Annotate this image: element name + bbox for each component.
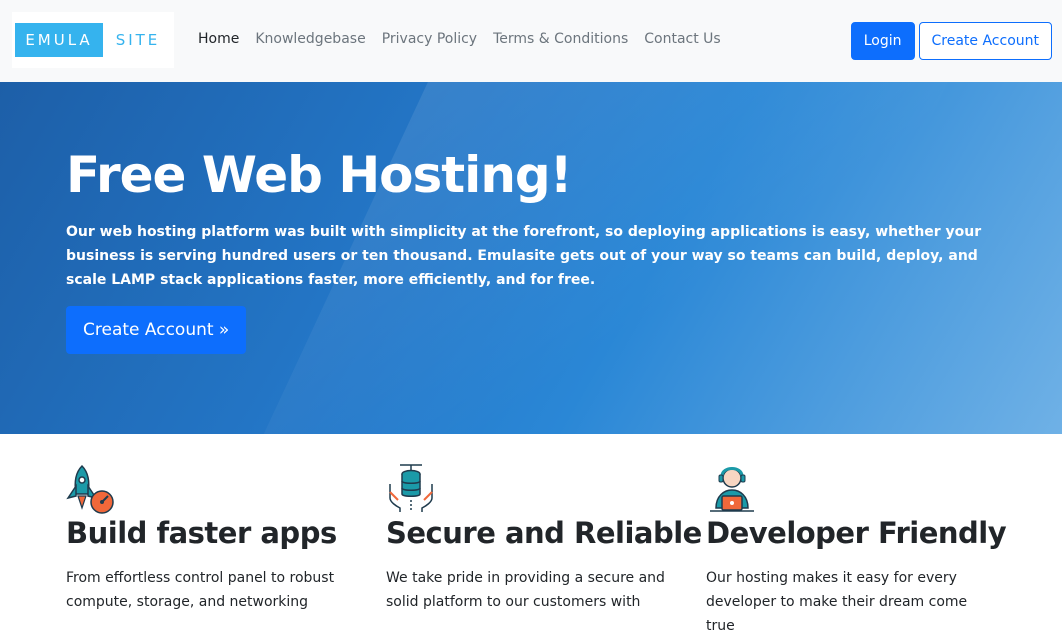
database-hands-icon [386, 462, 438, 514]
feature-text: From effortless control panel to robust … [66, 570, 335, 610]
feature-text: Our hosting makes it easy for every deve… [706, 570, 968, 634]
site-logo[interactable]: EMULA SITE [12, 12, 174, 68]
rocket-icon [66, 462, 118, 514]
feature-title: Build faster apps [66, 516, 337, 550]
login-button[interactable]: Login [850, 22, 915, 60]
nav-link-contact-us[interactable]: Contact Us [636, 28, 728, 50]
logo-right-text: SITE [115, 31, 161, 49]
nav-link-privacy-policy[interactable]: Privacy Policy [374, 28, 485, 50]
hero-description: Our web hosting platform was built with … [66, 224, 982, 288]
feature-title: Secure and Reliable [386, 516, 702, 550]
nav-buttons: Login Create Account [850, 22, 1052, 60]
hero-create-account-button[interactable]: Create Account » [66, 306, 247, 354]
nav-link-knowledgebase[interactable]: Knowledgebase [247, 28, 373, 50]
feature-build-faster: Build faster apps From effortless contro… [66, 462, 366, 610]
nav-link-terms-conditions[interactable]: Terms & Conditions [485, 28, 636, 50]
feature-text: We take pride in providing a secure and … [386, 570, 665, 610]
nav-link-home[interactable]: Home [190, 28, 247, 50]
navbar: EMULA SITE Home Knowledgebase Privacy Po… [0, 0, 1062, 82]
feature-developer-friendly: Developer Friendly Our hosting makes it … [706, 462, 1007, 634]
feature-title: Developer Friendly [706, 516, 1007, 550]
support-agent-icon [706, 462, 758, 514]
hero-section: Free Web Hosting! Our web hosting platfo… [0, 82, 1062, 434]
feature-secure-reliable: Secure and Reliable We take pride in pro… [386, 462, 702, 610]
hero-title: Free Web Hosting! [66, 146, 573, 204]
nav-links: Home Knowledgebase Privacy Policy Terms … [190, 28, 729, 50]
logo-left-text: EMULA [15, 23, 103, 57]
create-account-button[interactable]: Create Account [918, 22, 1052, 60]
